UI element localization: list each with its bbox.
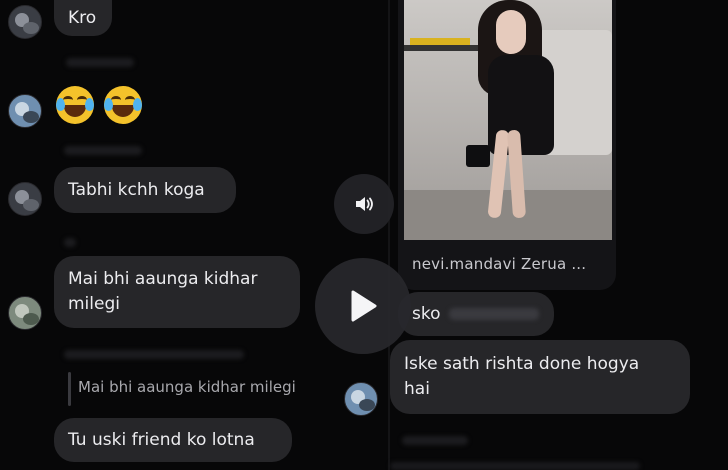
message-text: sko (412, 303, 441, 324)
volume-button[interactable] (334, 174, 394, 234)
message-bubble[interactable]: Kro (54, 0, 112, 36)
contact-avatar[interactable] (8, 182, 42, 216)
blurred-username (64, 350, 244, 359)
message-bubble-partial (390, 462, 640, 470)
message-text-line: milegi (68, 294, 120, 314)
blurred-username (402, 436, 468, 445)
message-text-line: hai (404, 379, 430, 399)
message-text-line: Mai bhi aaunga kidhar (68, 269, 258, 289)
blurred-username (64, 146, 142, 155)
play-button[interactable] (315, 258, 411, 354)
contact-avatar[interactable] (8, 296, 42, 330)
message-bubble[interactable]: Tu uski friend ko lotna (54, 418, 292, 462)
post-caption[interactable]: nevi.mandavi Zerua ... (412, 255, 586, 273)
contact-avatar[interactable] (8, 5, 42, 39)
message-text: Kro (68, 7, 97, 28)
blurred-text (448, 308, 539, 320)
message-text: Tabhi kchh koga (68, 179, 205, 200)
reply-quote-text: Mai bhi aaunga kidhar milegi (78, 378, 296, 396)
contact-avatar[interactable] (344, 382, 378, 416)
message-text: Tu uski friend ko lotna (68, 429, 255, 450)
shared-post-card[interactable] (398, 0, 616, 290)
blurred-username (66, 58, 134, 67)
blurred-username (64, 238, 76, 247)
contact-avatar[interactable] (8, 94, 42, 128)
reply-quote-bar (68, 372, 71, 406)
panel-divider (388, 0, 390, 470)
play-icon (351, 290, 377, 322)
message-bubble[interactable]: Mai bhi aaunga kidhar milegi (54, 256, 300, 328)
laughing-emoji-icon (104, 86, 142, 124)
message-bubble[interactable]: Tabhi kchh koga (54, 167, 236, 213)
message-bubble[interactable]: Iske sath rishta done hogya hai (390, 340, 690, 414)
message-text-line: Iske sath rishta done hogya (404, 354, 640, 374)
laughing-emoji-icon (56, 86, 94, 124)
message-bubble[interactable]: sko (398, 292, 554, 336)
post-image[interactable] (404, 0, 612, 240)
speaker-icon (356, 197, 373, 211)
